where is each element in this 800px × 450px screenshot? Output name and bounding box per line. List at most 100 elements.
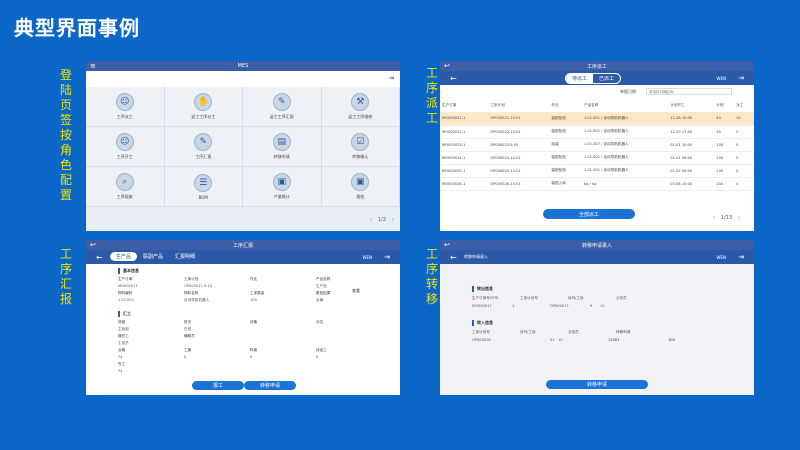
home-pager: ‹ 1/2 › <box>370 217 394 223</box>
field-value[interactable]: 100 <box>668 338 675 342</box>
document-edit-icon: ✎ <box>272 93 291 111</box>
table-cell: 装配检验 <box>549 112 582 126</box>
field-value[interactable]: 74 <box>118 355 123 359</box>
transfer-request-button[interactable]: 转移申请 <box>244 381 296 390</box>
report-work-section: 汇工 <box>118 311 131 317</box>
field-value[interactable]: 0 <box>250 355 252 359</box>
tile-label: 转移申请 <box>273 154 290 159</box>
label-login-role: 登陆页签按角色配置 <box>59 68 72 202</box>
field-label: 设备 <box>250 320 258 324</box>
home-tile-area: ☺ 工序派工 ✋ 返工工序派工 ✎ 返工工序汇报 ⚒ 返工工序维修 ☺ 工序开工 ✎ 工序汇报 ▤ 转移申… <box>86 87 400 231</box>
arrow-left-icon[interactable]: ← <box>450 74 457 83</box>
field-value[interactable]: 0 <box>316 355 318 359</box>
home-title: MES <box>237 63 249 69</box>
field-value: 1 <box>512 304 515 308</box>
field-value[interactable]: 合格 <box>316 298 323 303</box>
table-row[interactable]: MO000023-1 OP000023-9-05 组装 1.01.007 / 自动导航… <box>440 138 754 152</box>
home-tile[interactable]: ⚒ 返工工序维修 <box>321 87 400 127</box>
field-value: OP000017 <box>550 304 569 308</box>
prev-page-button[interactable]: ‹ <box>370 217 372 223</box>
table-cell: OP000024-10-01 <box>488 151 550 165</box>
home-tile[interactable]: ☑ 转移确认 <box>321 127 400 167</box>
in-info-section: 转入信息 <box>472 320 493 326</box>
field-value[interactable]: 74 <box>118 369 123 373</box>
logout-icon[interactable]: ⇥ <box>738 253 744 261</box>
arrow-left-icon[interactable]: ← <box>96 253 103 262</box>
logout-icon[interactable]: ⇥ <box>738 74 744 82</box>
logout-icon[interactable]: ⇥ <box>384 253 390 261</box>
next-page-button[interactable]: › <box>738 215 740 221</box>
field-label: 业务员 <box>568 330 579 334</box>
check-result-button[interactable]: 查看 <box>352 288 360 294</box>
table-row[interactable]: MO000021-1 OP000021-10-01 装配检验 1.01.001 / 自… <box>440 112 754 126</box>
table-row[interactable]: MO000026-1 OP000026-10-01 装配入库 kg / kg 03-08… <box>440 177 754 191</box>
field-value[interactable]: 生产品 <box>316 284 327 289</box>
tile-label: 返工工序派工 <box>191 114 216 119</box>
next-page-button[interactable]: › <box>392 217 394 223</box>
home-tile[interactable]: ☺ 工序开工 <box>86 127 165 167</box>
field-value[interactable]: 100 <box>250 298 257 302</box>
home-tile[interactable]: ▣ 报检 <box>321 167 400 207</box>
table-cell: 30 <box>714 125 735 139</box>
home-tile[interactable]: ⌕ 工序报废 <box>86 167 165 207</box>
field-value[interactable]: 1.01.001 <box>118 298 134 302</box>
logout-icon[interactable]: ⇥ <box>388 74 394 82</box>
table-cell: 1.01.001 / 自动导航机器人 <box>582 164 669 178</box>
report-header: ← 生产品 联副产品 汇报明细 WEN ⇥ <box>86 250 400 264</box>
dispatch-filter: 单据日期 <box>440 85 754 99</box>
field-value[interactable]: 10 <box>558 338 563 342</box>
tab-report-detail[interactable]: 汇报明细 <box>169 252 201 261</box>
field-value[interactable]: 自动导航机器人 <box>184 298 209 303</box>
back-icon[interactable]: ↩ <box>444 241 450 249</box>
dispatch-title: 工序派工 <box>586 63 607 70</box>
table-cell: 40 <box>714 112 735 126</box>
field-label: 转移申请 <box>616 330 631 334</box>
tab-by-product[interactable]: 联副产品 <box>137 252 169 261</box>
field-label: 产品名称 <box>316 277 331 281</box>
table-cell: 装配入库 <box>549 177 582 191</box>
home-tile[interactable]: ☰ BOM <box>164 167 243 207</box>
report-button[interactable]: 报工 <box>192 381 244 390</box>
table-cell: MO000026-1 <box>440 177 489 191</box>
field-value[interactable]: 主检组 <box>118 327 129 332</box>
tab-main-product[interactable]: 生产品 <box>110 252 138 261</box>
menu-icon[interactable]: ≡ <box>90 62 96 70</box>
prev-page-button[interactable]: ‹ <box>713 215 715 221</box>
tile-label: 返工工序维修 <box>348 114 373 119</box>
arrow-left-icon[interactable]: ← <box>450 253 457 262</box>
field-value[interactable]: MO000017 <box>118 284 138 288</box>
field-value: 10 <box>600 304 605 308</box>
table-cell: 01-01 08:00 <box>668 151 715 165</box>
field-value[interactable]: OP000017-9-10 <box>184 284 212 288</box>
field-value[interactable]: OP000018 <box>472 338 491 342</box>
home-tile[interactable]: ✎ 工序汇报 <box>164 127 243 167</box>
home-tile[interactable]: ▣ 产量统计 <box>243 167 322 207</box>
field-value[interactable]: 主检员 <box>118 341 129 346</box>
field-value[interactable]: 白班 <box>184 327 191 332</box>
table-row[interactable]: MO000025-1 OP000025-10-01 装配检验 1.01.001 / 自… <box>440 164 754 178</box>
table-row[interactable]: MO000024-1 OP000024-10-01 装配检验 1.01.001 / 自… <box>440 151 754 165</box>
field-value[interactable]: 0 <box>184 355 186 359</box>
field-value[interactable]: 01 <box>550 338 555 342</box>
back-icon[interactable]: ↩ <box>444 62 450 70</box>
table-cell: 100 <box>714 177 735 191</box>
person-icon: ☺ <box>115 93 134 111</box>
home-tile[interactable]: ✋ 返工工序派工 <box>164 87 243 127</box>
table-cell: 0 <box>734 138 754 152</box>
home-tile[interactable]: ☺ 工序派工 <box>86 87 165 127</box>
back-icon[interactable]: ↩ <box>90 241 96 249</box>
dispatch-table: 生产订单 工序计划 作业 产品名称 计划开工 计划 派工 MO000021-1 OP00002… <box>440 99 754 191</box>
tab-pending[interactable]: 待派工 <box>566 74 594 83</box>
dispatch-all-button[interactable]: 全部派工 <box>543 209 635 219</box>
table-cell: 10 <box>734 112 754 126</box>
home-tile[interactable]: ▤ 转移申请 <box>243 127 322 167</box>
basic-info-section: 基本信息 <box>118 268 139 274</box>
home-tile[interactable]: ✎ 返工工序汇报 <box>243 87 322 127</box>
field-value[interactable]: 11001 <box>608 338 619 342</box>
tab-dispatched[interactable]: 已派工 <box>593 74 620 83</box>
table-row[interactable]: MO000022-1 OP000022-10-01 装配检验 1.01.001 / 自… <box>440 125 754 139</box>
date-range-input[interactable] <box>646 88 732 95</box>
tile-label: 工序汇报 <box>195 154 212 159</box>
table-cell: 0 <box>734 164 754 178</box>
submit-transfer-button[interactable]: 转移申请 <box>546 380 648 389</box>
